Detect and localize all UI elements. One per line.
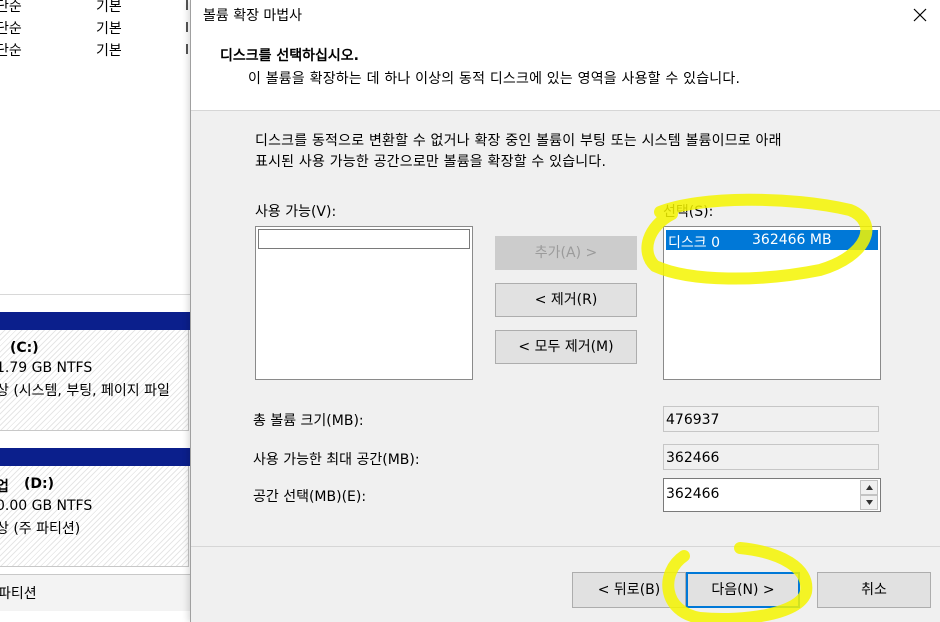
volume-type: 기본 bbox=[96, 21, 122, 37]
spin-down-button[interactable] bbox=[860, 495, 878, 510]
select-space-label: 공간 선택(MB)(E): bbox=[253, 489, 367, 505]
next-button[interactable]: 다음(N) > bbox=[686, 572, 800, 608]
disk-size: 362466 MB bbox=[752, 232, 832, 248]
volume-layout: 단순 bbox=[0, 21, 22, 37]
extend-volume-wizard-dialog: 볼륨 확장 마법사 디스크를 선택하십시오. 이 볼륨을 확장하는 데 하나 이… bbox=[190, 0, 940, 622]
selected-label: 선택(S): bbox=[663, 204, 714, 220]
chevron-up-icon bbox=[866, 485, 873, 490]
close-icon bbox=[913, 8, 927, 22]
volume-c-status: 상 (시스템, 부팅, 페이지 파일 bbox=[0, 383, 170, 399]
header-title: 디스크를 선택하십시오. bbox=[220, 48, 359, 64]
title-bar[interactable]: 볼륨 확장 마법사 bbox=[191, 0, 940, 38]
column-divider bbox=[186, 0, 188, 10]
legend-partition-label: 파티션 bbox=[0, 586, 37, 602]
remove-all-button[interactable]: < 모두 제거(M) bbox=[495, 330, 637, 364]
volume-d-status: 상 (주 파티션) bbox=[0, 521, 81, 537]
disk-name: 디스크 0 bbox=[668, 235, 720, 251]
max-space-label: 사용 가능한 최대 공간(MB): bbox=[253, 452, 420, 468]
divider bbox=[0, 294, 190, 295]
volume-d-size: 0.00 GB NTFS bbox=[0, 498, 93, 514]
volume-d-name-prefix: 업 bbox=[0, 479, 9, 495]
volume-d-name: (D:) bbox=[24, 476, 55, 492]
volume-d-header-bar bbox=[0, 448, 190, 466]
selected-disks-list[interactable]: 디스크 0 362466 MB bbox=[663, 226, 881, 380]
back-button[interactable]: < 뒤로(B) bbox=[572, 572, 686, 608]
volume-c-header-bar bbox=[0, 312, 190, 330]
legend-bar: 파티션 bbox=[0, 574, 190, 611]
disk-management-background: 단순 기본 단순 기본 단순 기본 (C:) 1.79 GB NTFS 상 (시… bbox=[0, 0, 190, 622]
max-space-field: 362466 bbox=[663, 444, 879, 470]
cancel-button[interactable]: 취소 bbox=[817, 572, 931, 608]
description-text: 디스크를 동적으로 변환할 수 없거나 확장 중인 볼륨이 부팅 또는 시스템 … bbox=[255, 131, 915, 173]
header-subtitle: 이 볼륨을 확장하는 데 하나 이상의 동적 디스크에 있는 영역을 사용할 수… bbox=[248, 71, 741, 87]
total-size-label: 총 볼륨 크기(MB): bbox=[253, 413, 364, 429]
total-size-field: 476937 bbox=[663, 406, 879, 432]
volume-c-name: (C:) bbox=[10, 340, 39, 356]
volume-type: 기본 bbox=[96, 43, 122, 59]
dialog-title: 볼륨 확장 마법사 bbox=[203, 8, 303, 24]
volume-layout: 단순 bbox=[0, 43, 22, 59]
spin-up-button[interactable] bbox=[860, 480, 878, 495]
select-space-stepper[interactable] bbox=[663, 478, 881, 512]
column-divider bbox=[186, 22, 188, 32]
volume-layout: 단순 bbox=[0, 0, 22, 15]
description-line: 표시된 사용 가능한 공간으로만 볼륨을 확장할 수 있습니다. bbox=[255, 154, 607, 170]
chevron-down-icon bbox=[866, 500, 873, 505]
column-divider bbox=[186, 44, 188, 54]
available-label: 사용 가능(V): bbox=[255, 204, 337, 220]
available-disks-list[interactable] bbox=[255, 226, 473, 380]
volume-c-size: 1.79 GB NTFS bbox=[0, 360, 93, 376]
description-line: 디스크를 동적으로 변환할 수 없거나 확장 중인 볼륨이 부팅 또는 시스템 … bbox=[255, 133, 782, 149]
list-item[interactable]: 디스크 0 362466 MB bbox=[666, 230, 878, 251]
add-button[interactable]: 추가(A) > bbox=[495, 236, 637, 270]
volume-d-block[interactable]: 업 (D:) 0.00 GB NTFS 상 (주 파티션) bbox=[0, 466, 189, 567]
select-space-input[interactable] bbox=[666, 484, 850, 504]
remove-button[interactable]: < 제거(R) bbox=[495, 283, 637, 317]
volume-type: 기본 bbox=[96, 0, 122, 15]
list-focus-item[interactable] bbox=[258, 229, 470, 249]
wizard-header: 디스크를 선택하십시오. 이 볼륨을 확장하는 데 하나 이상의 동적 디스크에… bbox=[191, 38, 940, 111]
close-button[interactable] bbox=[903, 0, 937, 30]
volume-c-block[interactable]: (C:) 1.79 GB NTFS 상 (시스템, 부팅, 페이지 파일 bbox=[0, 330, 189, 431]
